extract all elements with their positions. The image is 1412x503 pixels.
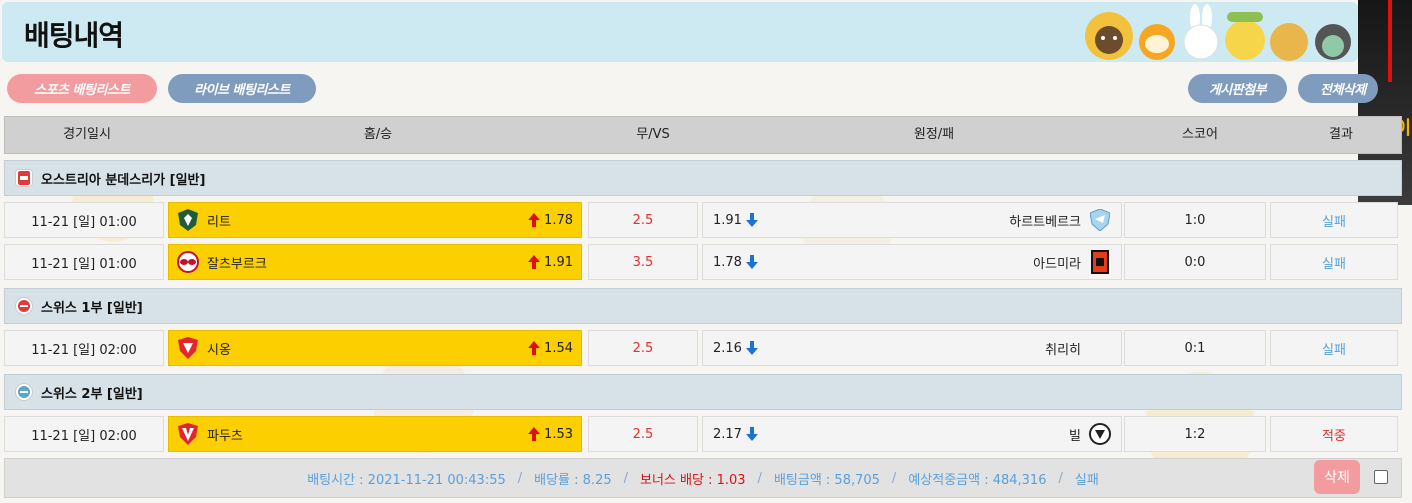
draw-odds[interactable]: 2.5 (588, 416, 698, 452)
home-odds: 1.54 (544, 340, 573, 356)
zurich-crest-placeholder-icon (1089, 337, 1111, 359)
col-home: 홈/승 (363, 127, 393, 142)
bonus-rate: 보너스 배당 : 1.03 (640, 472, 746, 488)
arrow-down-icon (745, 341, 758, 355)
home-team-name: 파두츠 (207, 428, 243, 444)
score: 0:1 (1124, 330, 1266, 366)
separator: / (623, 470, 629, 486)
sports-bet-list-tab[interactable]: 스포츠 배팅리스트 (7, 74, 157, 103)
away-odds: 1.78 (713, 254, 742, 270)
bet-time: 배팅시간 : 2021-11-21 00:43:55 (307, 472, 506, 488)
admira-crest-icon (1089, 250, 1111, 274)
score: 1:0 (1124, 202, 1266, 238)
arrow-up-icon (528, 427, 541, 441)
score: 0:0 (1124, 244, 1266, 280)
score: 1:2 (1124, 416, 1266, 452)
austria-league-icon (15, 169, 33, 187)
league-name: 오스트리아 분데스리가 [일반] (41, 172, 206, 188)
home-team-name: 잘츠부르크 (207, 256, 267, 272)
select-checkbox[interactable] (1374, 470, 1388, 484)
separator: / (517, 470, 523, 486)
league-name: 스위스 2부 [일반] (41, 386, 143, 402)
home-bet-cell[interactable]: 시옹 1.54 (168, 330, 582, 366)
page-header: 배팅내역 (2, 2, 1358, 62)
league-name: 스위스 1부 [일반] (41, 300, 143, 316)
arrow-up-icon (528, 341, 541, 355)
away-odds: 2.16 (713, 340, 742, 356)
result-status: 실패 (1270, 244, 1398, 280)
result-status: 실패 (1270, 330, 1398, 366)
table-header: 경기일시 홈/승 무/VS 원정/패 스코어 결과 (4, 116, 1402, 154)
col-draw: 무/VS (636, 127, 670, 142)
col-score: 스코어 (1182, 127, 1218, 142)
away-team-name: 아드미라 (1033, 256, 1081, 272)
expected-payout: 예상적중금액 : 484,316 (908, 472, 1047, 488)
draw-odds[interactable]: 3.5 (588, 244, 698, 280)
league-row: 오스트리아 분데스리가 [일반] (4, 160, 1402, 196)
ad-red-accent (1388, 0, 1392, 82)
league-row: 스위스 1부 [일반] (4, 288, 1402, 324)
swiss-league-2-icon (15, 383, 33, 401)
home-team-name: 리트 (207, 214, 231, 230)
bet-amount: 배팅금액 : 58,705 (773, 472, 880, 488)
hartberg-crest-icon (1089, 209, 1111, 231)
ried-crest-icon (177, 209, 199, 231)
delete-button[interactable]: 삭제 (1314, 460, 1360, 494)
match-time: 11-21 [일] 01:00 (4, 202, 164, 238)
separator: / (1058, 470, 1063, 486)
mascot-characters-icon (1085, 4, 1351, 61)
separator: / (757, 470, 762, 486)
salzburg-crest-icon (177, 251, 199, 273)
swiss-league-icon (15, 297, 33, 315)
bet-rate: 배당률 : 8.25 (534, 472, 612, 488)
league-row: 스위스 2부 [일반] (4, 374, 1402, 410)
bet-summary: 배팅시간 : 2021-11-21 00:43:55 / 배당률 : 8.25 … (4, 458, 1402, 498)
result-status: 적중 (1270, 416, 1398, 452)
vaduz-crest-icon (177, 423, 199, 445)
sion-crest-icon (177, 337, 199, 359)
away-team-name: 취리히 (1045, 342, 1081, 358)
delete-all-button[interactable]: 전체삭제 (1298, 74, 1378, 103)
away-team-name: 빌 (1069, 428, 1081, 444)
arrow-down-icon (745, 255, 758, 269)
col-date: 경기일시 (63, 127, 111, 142)
result-status: 실패 (1270, 202, 1398, 238)
arrow-up-icon (528, 213, 541, 227)
away-bet-cell[interactable]: 2.16 취리히 (702, 330, 1122, 366)
col-away: 원정/패 (913, 127, 955, 142)
page-title: 배팅내역 (24, 19, 124, 52)
separator: / (891, 470, 897, 486)
away-bet-cell[interactable]: 1.91 하르트베르크 (702, 202, 1122, 238)
draw-odds[interactable]: 2.5 (588, 330, 698, 366)
home-odds: 1.91 (544, 254, 573, 270)
home-bet-cell[interactable]: 파두츠 1.53 (168, 416, 582, 452)
attach-to-board-button[interactable]: 게시판첨부 (1188, 74, 1287, 103)
arrow-up-icon (528, 255, 541, 269)
live-bet-list-tab[interactable]: 라이브 배팅리스트 (168, 74, 316, 103)
home-bet-cell[interactable]: 리트 1.78 (168, 202, 582, 238)
away-team-name: 하르트베르크 (1009, 214, 1081, 230)
arrow-down-icon (745, 427, 758, 441)
home-odds: 1.53 (544, 426, 573, 442)
bet-history-table: 경기일시 홈/승 무/VS 원정/패 스코어 결과 오스트리아 분데스리가 [일… (2, 112, 1404, 500)
match-time: 11-21 [일] 01:00 (4, 244, 164, 280)
match-time: 11-21 [일] 02:00 (4, 330, 164, 366)
away-odds: 1.91 (713, 212, 742, 228)
home-bet-cell[interactable]: 잘츠부르크 1.91 (168, 244, 582, 280)
home-team-name: 시옹 (207, 342, 231, 358)
summary-status: 실패 (1074, 472, 1099, 488)
home-odds: 1.78 (544, 212, 573, 228)
biel-crest-icon (1089, 423, 1111, 445)
draw-odds[interactable]: 2.5 (588, 202, 698, 238)
away-bet-cell[interactable]: 2.17 빌 (702, 416, 1122, 452)
match-time: 11-21 [일] 02:00 (4, 416, 164, 452)
away-bet-cell[interactable]: 1.78 아드미라 (702, 244, 1122, 280)
col-result: 결과 (1329, 127, 1353, 142)
arrow-down-icon (745, 213, 758, 227)
away-odds: 2.17 (713, 426, 742, 442)
